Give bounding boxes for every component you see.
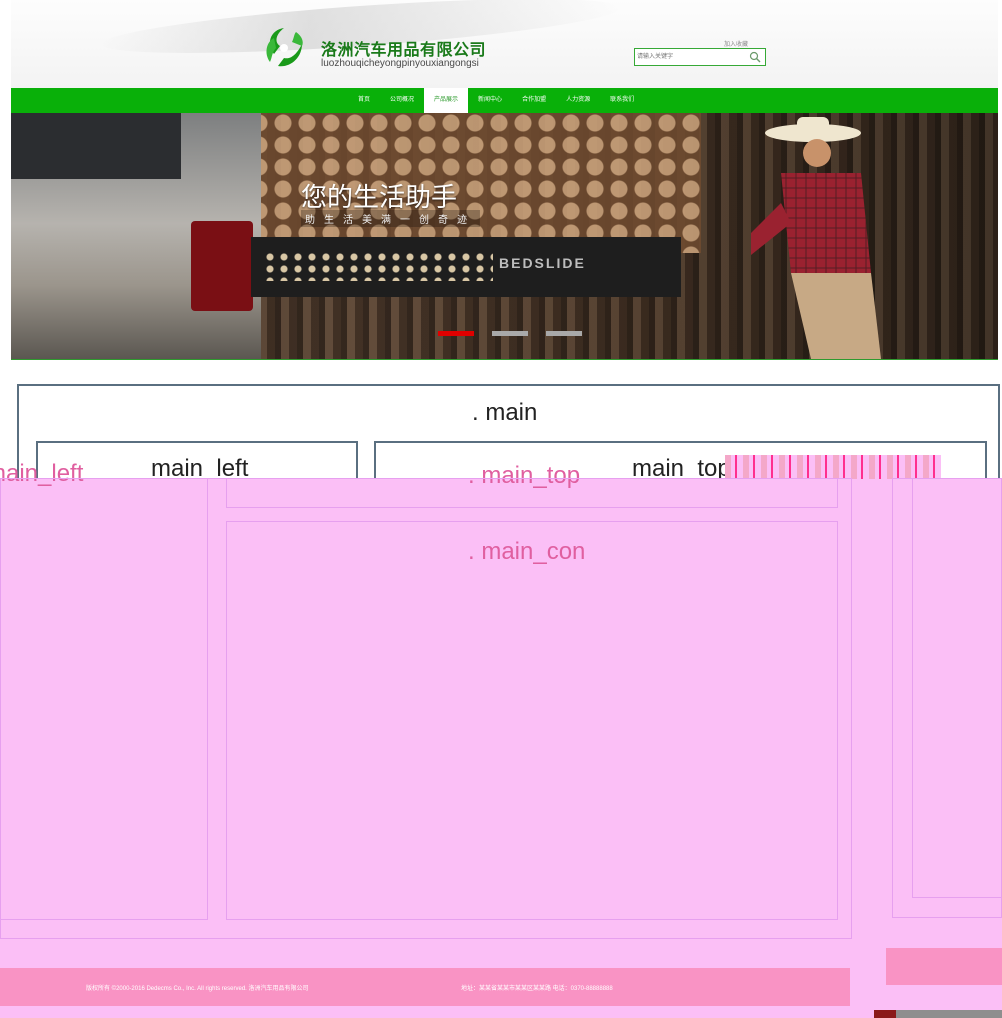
main-debug-label: . main (472, 399, 538, 426)
slider-dot[interactable] (546, 331, 582, 336)
nav-item-home[interactable]: 首页 (348, 88, 380, 113)
search-box (634, 48, 766, 66)
slider-dot[interactable] (492, 331, 528, 336)
footer-copyright: 版权所有 ©2000-2016 Dedecms Co., Inc. All ri… (86, 986, 309, 992)
nav-item-contact[interactable]: 联系我们 (600, 88, 644, 113)
footer-contact: 地址：某某省某某市某某区某某路 电话：0370-88888888 (461, 986, 613, 992)
pink-right-inner-outline (912, 478, 1002, 898)
banner-slogan: 您的生活助手 (301, 183, 458, 213)
nav-item-hr[interactable]: 人力资源 (556, 88, 600, 113)
nav-item-about[interactable]: 公司概况 (380, 88, 424, 113)
corner-bar-accent (874, 1010, 896, 1018)
add-favorite-link[interactable]: 加入收藏 (724, 39, 748, 48)
glitch-strip (725, 455, 941, 479)
side-pink-bar (886, 948, 1002, 985)
search-input[interactable] (637, 50, 741, 64)
corner-bar (874, 1010, 1002, 1018)
nav-item-news[interactable]: 新闻中心 (468, 88, 512, 113)
company-logo-icon[interactable] (262, 24, 306, 72)
banner-bedslide-product: BEDSLIDE (251, 237, 681, 297)
truck-window (11, 113, 181, 179)
site-header (11, 0, 998, 88)
banner-subslogan: 助生活美满一创奇迹 (301, 210, 480, 227)
hero-banner[interactable]: BEDSLIDE 您的生活助手 助生活美满一创奇迹 (11, 113, 998, 359)
main-nav: 首页 公司概况 产品展示 新闻中心 合作加盟 人力资源 联系我们 (11, 88, 998, 113)
nav-item-partners[interactable]: 合作加盟 (512, 88, 556, 113)
banner-truck-image (11, 113, 261, 359)
pink-main-outline (0, 478, 852, 939)
banner-man-image (751, 117, 881, 359)
truck-taillight (191, 221, 253, 311)
slider-pagination (438, 331, 582, 336)
bedslide-dot-pattern (263, 251, 493, 281)
nav-item-products[interactable]: 产品展示 (424, 88, 469, 113)
company-name-en: luozhouqicheyongpinyouxiangongsi (321, 58, 479, 69)
banner-bottom-line (11, 359, 998, 360)
nav-list: 首页 公司概况 产品展示 新闻中心 合作加盟 人力资源 联系我们 (348, 88, 644, 113)
company-name-cn: 洛洲汽车用品有限公司 (321, 40, 487, 59)
search-icon[interactable] (748, 51, 762, 63)
slider-dot[interactable] (438, 331, 474, 336)
bedslide-brand-logo: BEDSLIDE (499, 255, 586, 271)
